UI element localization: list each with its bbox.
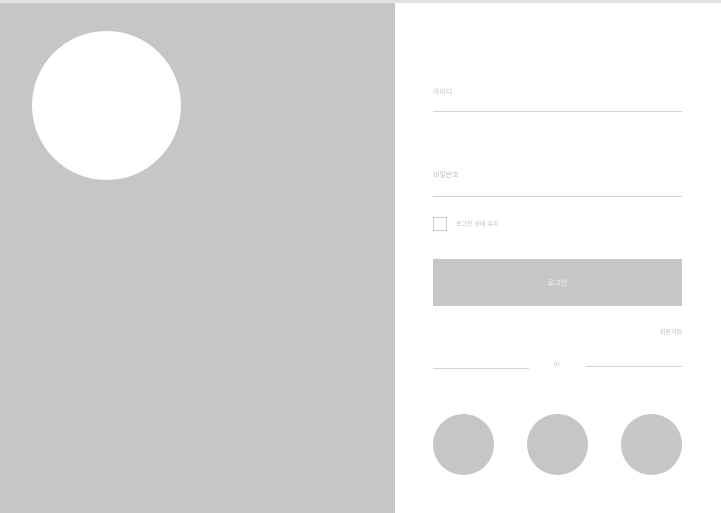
- social-login-button-2[interactable]: [527, 414, 588, 475]
- hero-panel: [0, 3, 395, 513]
- keep-logged-in-label: 로그인 상태 유지: [456, 221, 499, 228]
- social-login-button-1[interactable]: [433, 414, 494, 475]
- divider-line-right: [586, 366, 682, 367]
- hero-circle-image: [32, 31, 181, 180]
- login-panel: 아이디 비밀번호 로그인 상태 유지 로그인 회원가입 or: [395, 3, 721, 513]
- id-field[interactable]: 아이디: [433, 86, 682, 112]
- id-field-underline: [433, 111, 682, 112]
- login-button[interactable]: 로그인: [433, 259, 682, 306]
- password-field-underline: [433, 196, 682, 197]
- divider-line-left: [433, 368, 529, 369]
- keep-logged-in-checkbox[interactable]: [433, 217, 447, 231]
- id-field-label: 아이디: [433, 88, 453, 96]
- password-field-label: 비밀번호: [433, 171, 459, 179]
- social-login-button-3[interactable]: [621, 414, 682, 475]
- divider-or-text: or: [553, 361, 561, 368]
- signup-link[interactable]: 회원가입: [660, 327, 682, 336]
- password-field[interactable]: 비밀번호: [433, 169, 682, 197]
